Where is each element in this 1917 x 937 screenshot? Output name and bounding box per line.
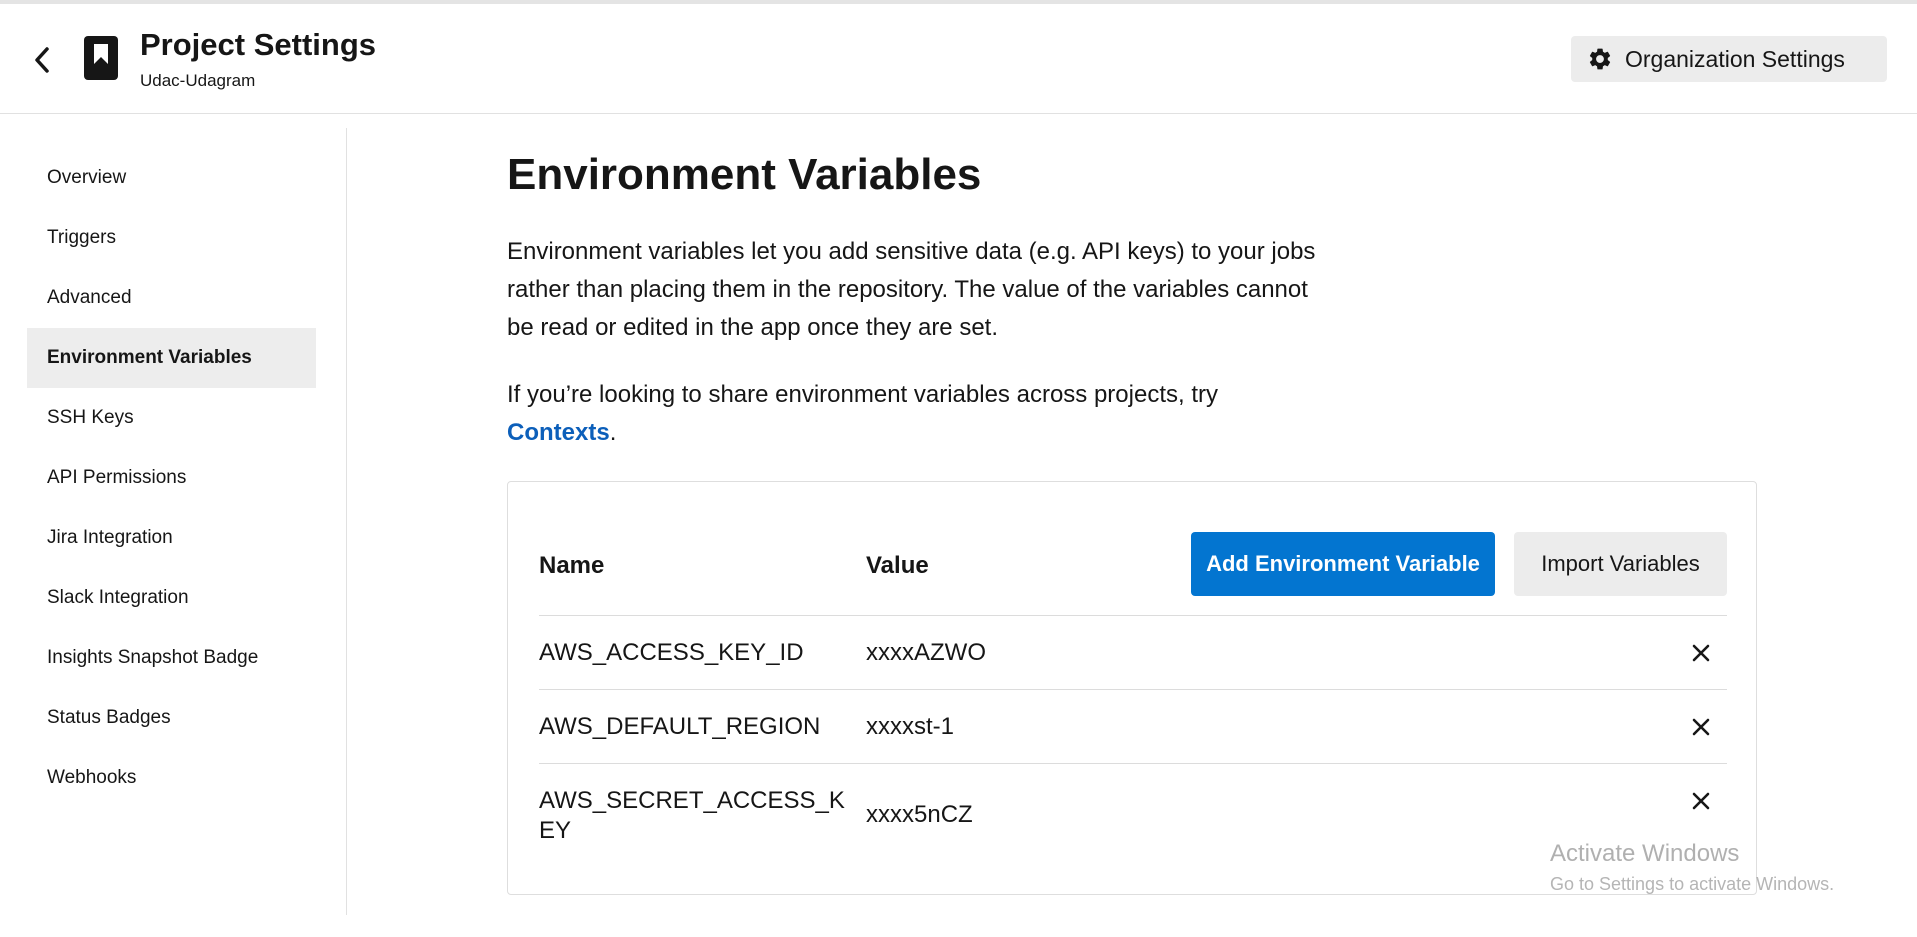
activate-windows-watermark: Activate Windows — [1550, 840, 1740, 867]
column-header-value: Value — [866, 552, 929, 579]
contexts-link[interactable]: Contexts — [507, 419, 610, 446]
sidebar-item-slack-integration[interactable]: Slack Integration — [27, 568, 316, 628]
project-name: Udac-Udagram — [140, 71, 256, 90]
organization-settings-label: Organization Settings — [1625, 45, 1845, 72]
row-divider — [539, 615, 1727, 616]
bookmark-icon — [94, 44, 108, 64]
section-title: Environment Variables — [507, 150, 982, 199]
add-environment-variable-button[interactable]: Add Environment Variable — [1191, 532, 1495, 596]
sidebar-item-api-permissions[interactable]: API Permissions — [27, 448, 316, 508]
delete-variable-button[interactable] — [1686, 712, 1716, 742]
sidebar-item-advanced[interactable]: Advanced — [27, 268, 316, 328]
sidebar-item-environment-variables[interactable]: Environment Variables — [27, 328, 316, 388]
sidebar-divider — [346, 128, 347, 915]
section-description: Environment variables let you add sensit… — [507, 238, 1316, 341]
page-title: Project Settings — [140, 27, 376, 62]
sidebar-item-insights-snapshot-badge[interactable]: Insights Snapshot Badge — [27, 628, 316, 688]
project-icon — [84, 36, 118, 80]
back-button[interactable] — [24, 42, 60, 78]
sidebar-item-status-badges[interactable]: Status Badges — [27, 688, 316, 748]
chevron-left-icon — [35, 47, 49, 73]
env-vars-table-card: Name Value Add Environment Variable Impo… — [507, 481, 1757, 895]
delete-variable-button[interactable] — [1686, 786, 1716, 816]
sidebar-item-ssh-keys[interactable]: SSH Keys — [27, 388, 316, 448]
sidebar-item-jira-integration[interactable]: Jira Integration — [27, 508, 316, 568]
contexts-hint: If you’re looking to share environment v… — [507, 376, 1327, 452]
column-header-name: Name — [539, 552, 605, 579]
env-var-value: xxxx5nCZ — [866, 801, 973, 828]
env-var-value: xxxxAZWO — [866, 639, 986, 666]
env-var-name: AWS_ACCESS_KEY_ID — [539, 639, 804, 666]
close-icon — [1692, 644, 1710, 662]
import-variables-button[interactable]: Import Variables — [1514, 532, 1727, 596]
settings-sidebar: Overview Triggers Advanced Environment V… — [0, 128, 346, 918]
sidebar-item-webhooks[interactable]: Webhooks — [27, 748, 316, 808]
row-divider — [539, 689, 1727, 690]
organization-settings-button[interactable]: Organization Settings — [1571, 36, 1887, 82]
delete-variable-button[interactable] — [1686, 638, 1716, 668]
row-divider — [539, 763, 1727, 764]
env-var-value: xxxxst-1 — [866, 713, 955, 740]
gear-icon — [1589, 48, 1611, 70]
contexts-hint-suffix: . — [609, 419, 617, 446]
env-var-name: AWS_SECRET_ACCESS_KEY — [539, 787, 845, 844]
contexts-hint-text: If you’re looking to share environment v… — [507, 381, 1218, 408]
sidebar-item-triggers[interactable]: Triggers — [27, 208, 316, 268]
page-header: Project Settings Udac-Udagram Organizati… — [0, 4, 1917, 114]
close-icon — [1692, 718, 1710, 736]
sidebar-item-overview[interactable]: Overview — [27, 148, 316, 208]
activate-windows-subtext: Go to Settings to activate Windows. — [1550, 874, 1835, 894]
env-var-name: AWS_DEFAULT_REGION — [539, 713, 821, 740]
close-icon — [1692, 792, 1710, 810]
